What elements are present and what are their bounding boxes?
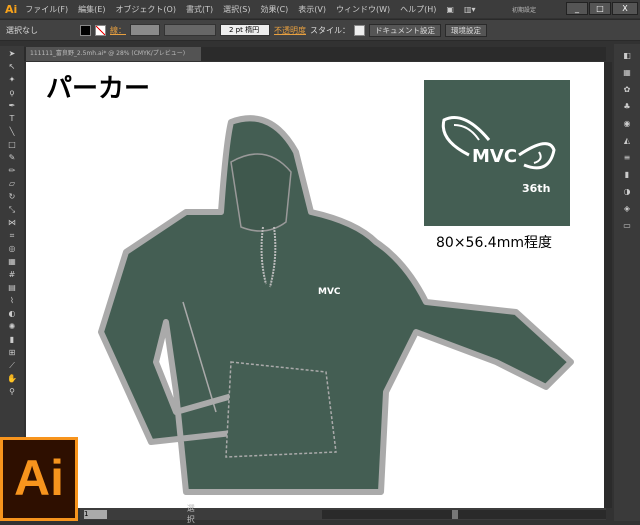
menu-type[interactable]: 書式(T): [186, 4, 213, 15]
symbols-icon[interactable]: ♣: [621, 102, 633, 112]
graph-tool-icon[interactable]: ▮: [5, 335, 19, 345]
slice-icon[interactable]: ⟋: [5, 361, 19, 371]
appearance-icon[interactable]: ◭: [621, 136, 633, 146]
artboard[interactable]: パーカー MVC MVC 36th 80×56.4mm程度: [26, 62, 604, 508]
svg-text:36th: 36th: [522, 182, 550, 195]
swatches-icon[interactable]: ▦: [621, 68, 633, 78]
line-tool-icon[interactable]: ╲: [5, 127, 19, 137]
mesh-icon[interactable]: #: [5, 270, 19, 280]
control-bar: 選択なし 線： 2 pt 楕円 不透明度 スタイル： ドキュメント設定 環境設定: [0, 19, 640, 41]
close-button[interactable]: X: [612, 2, 638, 15]
artboards-icon[interactable]: ▭: [621, 221, 633, 231]
size-caption: 80×56.4mm程度: [436, 235, 552, 251]
blend-icon[interactable]: ◐: [5, 309, 19, 319]
document-tab[interactable]: 111111_富良野_2.5mh.ai* @ 28% (CMYK/プレビュー): [26, 47, 201, 61]
stroke-weight-field[interactable]: [130, 24, 160, 36]
menu-view[interactable]: 表示(V): [298, 4, 326, 15]
gradient-panel-icon[interactable]: ▮: [621, 170, 633, 180]
menu-bar: Ai ファイル(F) 編集(E) オブジェクト(O) 書式(T) 選択(S) 効…: [0, 0, 640, 18]
stroke-panel-icon[interactable]: ≡: [621, 153, 633, 163]
magic-wand-icon[interactable]: ✦: [5, 75, 19, 85]
perspective-icon[interactable]: ▦: [5, 257, 19, 267]
selection-status: 選択なし: [6, 25, 38, 35]
zoom-tool-icon[interactable]: ⚲: [5, 387, 19, 397]
opacity-label[interactable]: 不透明度: [274, 25, 306, 36]
status-bar: 1 選択: [80, 504, 607, 524]
style-swatch[interactable]: [354, 24, 365, 36]
menu-object[interactable]: オブジェクト(O): [115, 4, 176, 15]
gradient-icon[interactable]: ▤: [5, 283, 19, 293]
menu-effect[interactable]: 効果(C): [260, 4, 288, 15]
transparency-icon[interactable]: ◑: [621, 187, 633, 197]
color-panel-icon[interactable]: ◧: [621, 51, 633, 61]
svg-text:MVC: MVC: [472, 146, 517, 167]
stroke-swatch[interactable]: [95, 24, 106, 36]
preferences-button[interactable]: 環境設定: [445, 23, 487, 37]
menu-window[interactable]: ウィンドウ(W): [336, 4, 390, 15]
layers-icon[interactable]: ◈: [621, 204, 633, 214]
eyedropper-icon[interactable]: ⌇: [5, 296, 19, 306]
artboard-tool-icon[interactable]: ⊞: [5, 348, 19, 358]
shape-builder-icon[interactable]: ◎: [5, 244, 19, 254]
rotate-icon[interactable]: ↻: [5, 192, 19, 202]
direct-selection-icon[interactable]: ↖: [5, 62, 19, 72]
scroll-thumb[interactable]: [451, 509, 458, 519]
maximize-button[interactable]: □: [589, 2, 611, 15]
panel-dock: ◧ ▦ ✿ ♣ ◉ ◭ ≡ ▮ ◑ ◈ ▭: [614, 44, 640, 521]
width-tool-icon[interactable]: ⋈: [5, 218, 19, 228]
zoom-field[interactable]: 1: [84, 509, 107, 519]
horizontal-scrollbar[interactable]: [321, 509, 607, 519]
menu-file[interactable]: ファイル(F): [25, 4, 68, 15]
wings-logo-icon: MVC 36th: [441, 116, 556, 195]
document-settings-button[interactable]: ドキュメント設定: [369, 23, 441, 37]
workspace-switcher[interactable]: 初期設定: [512, 5, 536, 14]
lasso-icon[interactable]: ϙ: [5, 88, 19, 98]
fill-swatch[interactable]: [80, 24, 91, 36]
svg-text:MVC: MVC: [318, 287, 341, 297]
paintbrush-icon[interactable]: ✎: [5, 153, 19, 163]
bridge-icon[interactable]: ▣: [446, 5, 454, 14]
variable-width-field[interactable]: [164, 24, 216, 36]
type-tool-icon[interactable]: T: [5, 114, 19, 124]
status-mode[interactable]: 選択: [187, 503, 202, 525]
document-tabs: 111111_富良野_2.5mh.ai* @ 28% (CMYK/プレビュー): [24, 47, 606, 61]
menu-select[interactable]: 選択(S): [223, 4, 250, 15]
symbol-sprayer-icon[interactable]: ✺: [5, 322, 19, 332]
menu-help[interactable]: ヘルプ(H): [400, 4, 436, 15]
hand-tool-icon[interactable]: ✋: [5, 374, 19, 384]
graphic-styles-icon[interactable]: ◉: [621, 119, 633, 129]
rectangle-tool-icon[interactable]: □: [5, 140, 19, 150]
selection-tool-icon[interactable]: ➤: [5, 49, 19, 59]
brush-field[interactable]: 2 pt 楕円: [220, 24, 270, 36]
style-label: スタイル：: [310, 25, 350, 35]
minimize-button[interactable]: _: [566, 2, 588, 15]
pen-tool-icon[interactable]: ✒: [5, 101, 19, 111]
logo-panel: MVC 36th: [424, 80, 570, 226]
pencil-icon[interactable]: ✏: [5, 166, 19, 176]
app-logo: Ai: [5, 2, 18, 16]
menu-edit[interactable]: 編集(E): [78, 4, 105, 15]
stroke-label[interactable]: 線：: [110, 25, 126, 36]
vertical-scrollbar[interactable]: [604, 62, 612, 508]
scale-icon[interactable]: ⤡: [5, 205, 19, 215]
eraser-icon[interactable]: ▱: [5, 179, 19, 189]
arrange-icon[interactable]: ▥▾: [464, 5, 476, 14]
free-transform-icon[interactable]: ⌗: [5, 231, 19, 241]
illustrator-logo: Ai: [0, 437, 78, 521]
brushes-icon[interactable]: ✿: [621, 85, 633, 95]
